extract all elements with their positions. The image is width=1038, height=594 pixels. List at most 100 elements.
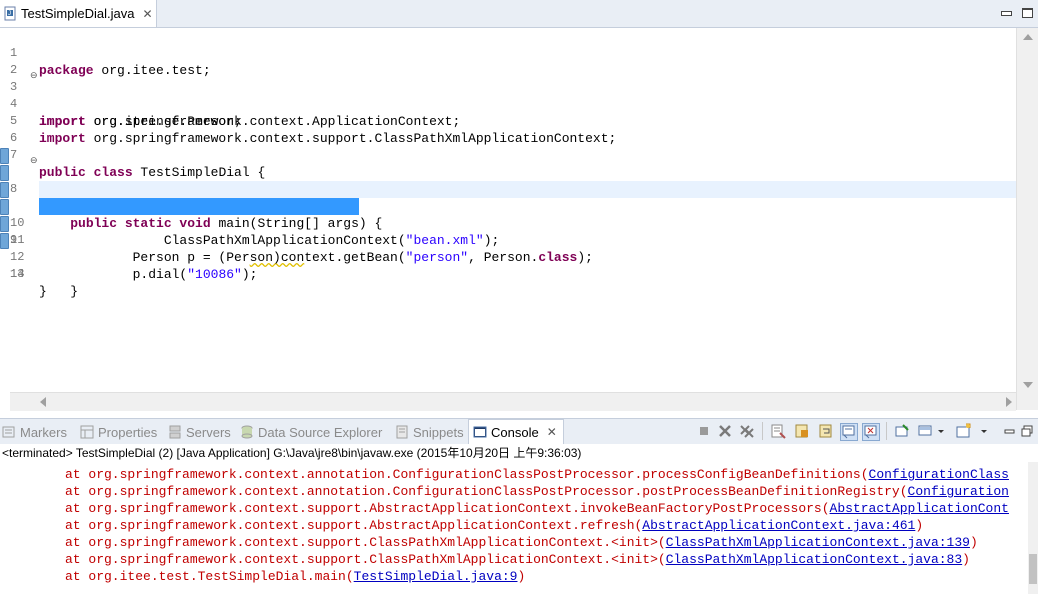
code-line: 11 Person p = (Person)context.getBean("p… (0, 198, 1016, 265)
code-area[interactable]: 1 package org.itee.test; 2 3 ⊖ import or… (0, 28, 1016, 392)
markers-icon (2, 425, 16, 439)
annotation-marker[interactable] (0, 199, 9, 215)
annotation-marker[interactable] (0, 216, 9, 232)
close-icon[interactable]: ✕ (547, 425, 557, 439)
tab-console[interactable]: Console ✕ (468, 419, 564, 444)
stacktrace-text: ) (915, 518, 924, 533)
editor-tab-bar: J TestSimpleDial.java ✕ (0, 0, 1038, 28)
code-line: 3 ⊖ import org.itee.se.Person; (0, 62, 1016, 129)
code-line: 6 (0, 113, 1016, 145)
console-output[interactable]: at org.springframework.context.annotatio… (0, 462, 1028, 594)
stacktrace-text: at org.itee.test.TestSimpleDial.main( (65, 569, 354, 584)
stacktrace-text: at org.springframework.context.annotatio… (65, 467, 869, 482)
stacktrace-text: at org.springframework.context.annotatio… (65, 484, 908, 499)
console-status-header: <terminated> TestSimpleDial (2) [Java Ap… (0, 444, 1038, 462)
close-icon[interactable]: ✕ (142, 7, 152, 21)
stacktrace-line: at org.springframework.context.support.C… (65, 551, 970, 568)
editor-vertical-scrollbar[interactable] (1016, 28, 1038, 410)
code-line: 10 ClassPathXmlApplicationContext("bean.… (0, 181, 1016, 248)
display-selected-console-icon[interactable] (918, 423, 934, 439)
scroll-right-icon[interactable] (1006, 397, 1012, 407)
code-line: 8 ⊖ public static void main(String[] arg… (0, 147, 1016, 231)
stacktrace-text: at org.springframework.context.support.A… (65, 501, 830, 516)
tab-label: Snippets (413, 424, 464, 440)
tab-snippets[interactable]: Snippets (395, 421, 464, 443)
stacktrace-line: at org.itee.test.TestSimpleDial.main(Tes… (65, 568, 525, 585)
annotation-marker[interactable] (0, 165, 9, 181)
scroll-down-icon[interactable] (1023, 382, 1033, 388)
stacktrace-text: ) (969, 535, 978, 550)
stacktrace-line: at org.springframework.context.annotatio… (65, 466, 1009, 483)
stacktrace-link[interactable]: TestSimpleDial.java:9 (354, 569, 518, 584)
tab-properties[interactable]: Properties (80, 421, 157, 443)
chevron-down-icon[interactable] (937, 423, 945, 439)
open-console-icon[interactable] (956, 423, 972, 439)
remove-launch-icon[interactable] (717, 423, 733, 439)
scroll-up-icon[interactable] (1023, 34, 1033, 40)
minimize-icon[interactable] (1000, 7, 1012, 17)
svg-text:J: J (8, 11, 11, 17)
annotation-marker[interactable] (0, 182, 9, 198)
editor-horizontal-scrollbar[interactable] (10, 392, 1016, 411)
code-line-current: 9 ApplicationContext context = new (0, 164, 1016, 265)
code-line: 14 } (0, 249, 1016, 299)
stacktrace-text: at org.springframework.context.support.C… (65, 535, 666, 550)
stacktrace-link[interactable]: Configuration (908, 484, 1009, 499)
stacktrace-text: at org.springframework.context.support.C… (65, 552, 666, 567)
scroll-lock-icon[interactable] (794, 423, 810, 439)
tab-label: Data Source Explorer (258, 424, 383, 440)
pin-console-icon[interactable] (894, 423, 910, 439)
stacktrace-line: at org.springframework.context.support.A… (65, 517, 923, 534)
code-text: p.dial("10086"); (39, 267, 258, 282)
scrollbar-thumb[interactable] (1029, 554, 1037, 584)
stacktrace-link[interactable]: ClassPathXmlApplicationContext.java:83 (666, 552, 962, 567)
word-wrap-icon[interactable] (818, 423, 834, 439)
scroll-left-icon[interactable] (40, 397, 46, 407)
minimize-view-icon[interactable] (1002, 423, 1018, 439)
tab-data-source-explorer[interactable]: Data Source Explorer (240, 421, 382, 443)
tab-servers[interactable]: Servers (168, 421, 231, 443)
code-line: 2 (0, 45, 1016, 77)
code-line: 7 public class TestSimpleDial { (0, 130, 1016, 180)
maximize-icon[interactable] (1021, 7, 1033, 18)
annotation-marker[interactable] (0, 148, 9, 164)
tab-label: Markers (20, 424, 67, 440)
terminate-icon[interactable] (696, 423, 712, 439)
code-line: 1 package org.itee.test; (0, 28, 1016, 78)
code-line: 4 import org.springframework.context.App… (0, 79, 1016, 129)
code-editor[interactable]: 1 package org.itee.test; 2 3 ⊖ import or… (0, 28, 1038, 411)
stacktrace-link[interactable]: ClassPathXmlApplicationContext.java:139 (666, 535, 970, 550)
code-line: 13 } (0, 232, 1016, 299)
stacktrace-link[interactable]: ConfigurationClass (869, 467, 1009, 482)
stacktrace-text: at org.springframework.context.support.A… (65, 518, 643, 533)
stacktrace-text: ) (962, 552, 970, 567)
console-vertical-scrollbar[interactable] (1028, 462, 1038, 594)
views-tab-bar: Markers Properties Servers Data Source E… (0, 418, 1038, 444)
fold-collapse-icon[interactable]: ⊖ (30, 67, 38, 80)
editor-tab-testsimpledial[interactable]: J TestSimpleDial.java ✕ (0, 0, 157, 27)
clear-console-icon[interactable] (770, 423, 786, 439)
stacktrace-link[interactable]: AbstractApplicationCont (830, 501, 1009, 516)
code-text: } (39, 284, 47, 299)
stacktrace-line: at org.springframework.context.support.C… (65, 534, 978, 551)
chevron-down-icon[interactable] (980, 423, 988, 439)
stacktrace-link[interactable]: AbstractApplicationContext.java:461 (642, 518, 915, 533)
servers-icon (168, 425, 182, 439)
show-on-stderr-icon[interactable] (862, 423, 880, 441)
remove-all-terminated-icon[interactable] (739, 423, 755, 439)
code-line: 5 import org.springframework.context.sup… (0, 96, 1016, 146)
annotation-marker[interactable] (0, 233, 9, 249)
toolbar-separator (762, 422, 763, 440)
maximize-view-icon[interactable] (1020, 423, 1036, 439)
fold-collapse-icon[interactable]: ⊖ (30, 152, 38, 165)
java-file-icon: J (4, 6, 17, 21)
snippets-icon (395, 425, 409, 439)
stacktrace-line: at org.springframework.context.annotatio… (65, 483, 1009, 500)
toolbar-separator (886, 422, 887, 440)
tab-label: Properties (98, 424, 158, 440)
console-icon (473, 425, 487, 439)
properties-icon (80, 425, 94, 439)
editor-tab-label: TestSimpleDial.java (21, 6, 135, 21)
show-on-stdout-icon[interactable] (840, 423, 858, 441)
tab-markers[interactable]: Markers (2, 421, 67, 443)
